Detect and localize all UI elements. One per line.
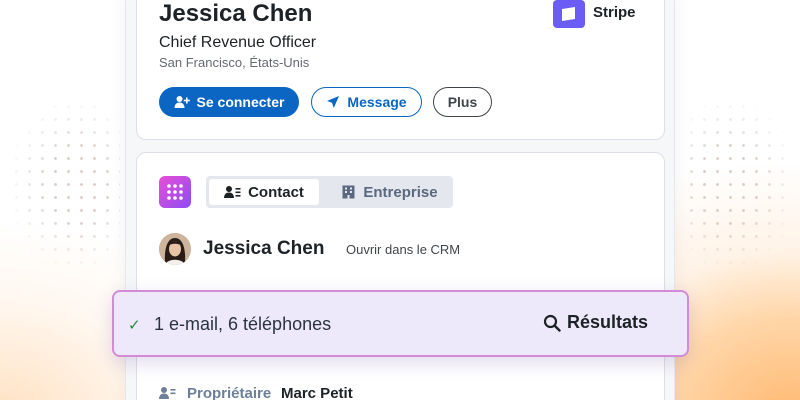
dot-pattern-left xyxy=(10,100,120,270)
send-icon xyxy=(327,96,340,108)
add-person-icon xyxy=(174,96,190,108)
company-name[interactable]: Stripe xyxy=(593,4,636,21)
contact-name: Jessica Chen xyxy=(203,238,325,259)
building-icon xyxy=(342,185,355,199)
search-icon xyxy=(543,314,561,332)
avatar xyxy=(159,233,191,265)
tab-company[interactable]: Entreprise xyxy=(330,179,450,205)
results-button-label: Résultats xyxy=(567,312,649,332)
stripe-icon xyxy=(562,7,575,21)
connect-button-label: Se connecter xyxy=(196,94,285,110)
job-title: Chief Revenue Officer xyxy=(159,34,317,51)
company-logo[interactable] xyxy=(553,0,585,28)
connect-button[interactable]: Se connecter xyxy=(159,87,299,117)
tab-contact[interactable]: Contact xyxy=(209,179,319,205)
results-button[interactable]: Résultats xyxy=(543,312,648,333)
app-logo xyxy=(159,176,191,208)
person-photo-icon xyxy=(159,233,191,265)
contact-card-icon xyxy=(159,387,176,399)
owner-label: Propriétaire xyxy=(187,385,272,400)
message-button-label: Message xyxy=(347,94,407,110)
open-in-crm-link[interactable]: Ouvrir dans le CRM xyxy=(346,242,460,257)
contact-card-icon xyxy=(224,186,241,198)
app-logo-icon xyxy=(167,184,183,200)
check-icon: ✓ xyxy=(128,317,141,334)
profile-name: Jessica Chen xyxy=(159,0,313,27)
tab-contact-label: Contact xyxy=(248,183,304,201)
more-button-label: Plus xyxy=(447,94,478,110)
more-button[interactable]: Plus xyxy=(433,87,492,117)
results-summary: 1 e-mail, 6 téléphones xyxy=(154,314,332,334)
owner-icon xyxy=(159,386,176,400)
dot-pattern-right xyxy=(685,100,795,270)
message-button[interactable]: Message xyxy=(311,87,422,117)
owner-value: Marc Petit xyxy=(281,385,353,400)
location: San Francisco, États-Unis xyxy=(159,55,310,70)
tab-company-label: Entreprise xyxy=(363,183,438,201)
